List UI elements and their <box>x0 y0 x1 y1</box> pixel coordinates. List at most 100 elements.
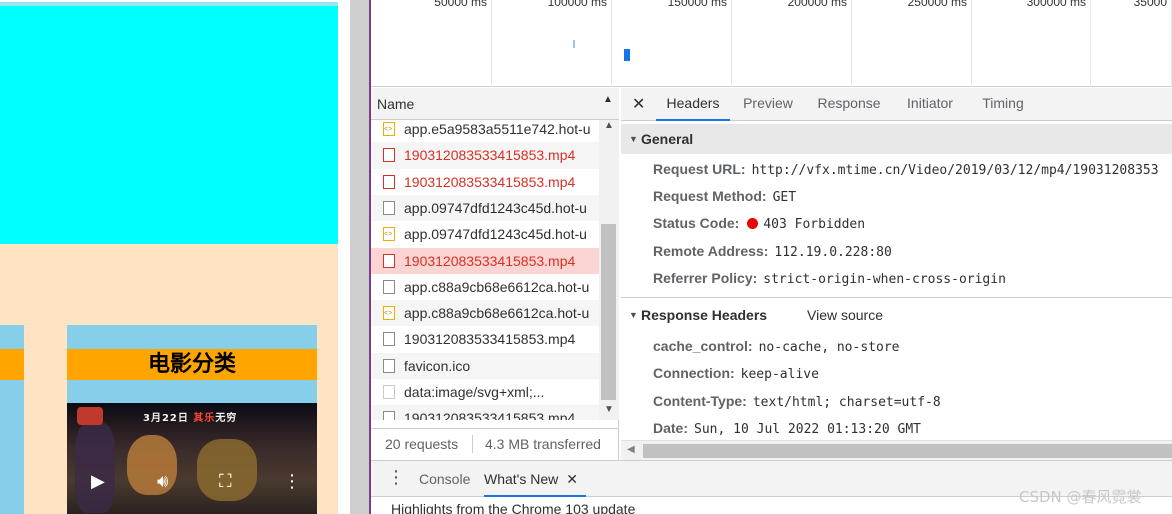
request-url-value[interactable]: http://vfx.mtime.cn/Video/2019/03/12/mp4… <box>752 163 1159 178</box>
summary-divider <box>472 435 473 453</box>
script-file-icon <box>383 120 395 142</box>
request-row[interactable]: data:image/svg+xml;... <box>371 379 599 405</box>
video-caption: 3月22日 其乐无穷 <box>143 413 238 424</box>
header-value: no-cache, no-store <box>758 340 900 355</box>
request-count: 20 requests <box>385 436 459 452</box>
request-row[interactable]: app.e5a9583a5511e742.hot-u <box>371 120 599 142</box>
request-row[interactable]: 190312083533415853.mp4 <box>371 405 599 420</box>
image-file-icon <box>383 385 395 399</box>
request-list-header: Name ▲ <box>371 88 619 120</box>
request-row[interactable]: app.09747dfd1243c45d.hot-u <box>371 221 599 248</box>
scrollbar-thumb[interactable] <box>643 444 1172 458</box>
response-header-row: Connection: keep-alive <box>653 365 819 382</box>
request-list-scrollbar[interactable]: ▲ ▼ <box>599 120 619 420</box>
video-player[interactable]: 3月22日 其乐无穷 ▶ 🔊︎ ⛶ ⋮ <box>67 403 317 514</box>
scrollbar-thumb[interactable] <box>601 224 616 400</box>
section-divider <box>621 297 1172 298</box>
partial-card-title-bar <box>0 349 24 380</box>
watermark: CSDN @春风霓裳 <box>1019 488 1142 506</box>
document-file-icon <box>383 174 395 189</box>
request-row[interactable]: 190312083533415853.mp4 <box>371 326 599 352</box>
timeline-tick-label: 35000 <box>1133 0 1167 9</box>
request-row[interactable]: app.c88a9cb68e6612ca.hot-u <box>371 274 599 300</box>
request-name: app.e5a9583a5511e742.hot-u <box>404 121 591 137</box>
request-summary-bar: 20 requests 4.3 MB transferred <box>371 428 619 460</box>
header-name: Date: <box>653 420 689 436</box>
collapse-triangle-icon: ▼ <box>629 310 638 320</box>
request-row[interactable]: favicon.ico <box>371 352 599 380</box>
status-error-icon <box>747 218 759 229</box>
movie-category-card: 电影分类 3月22日 其乐无穷 ▶ 🔊︎ ⛶ ⋮ <box>67 325 317 514</box>
request-method-row: Request Method: GET <box>653 188 796 205</box>
request-row[interactable]: app.c88a9cb68e6612ca.hot-u <box>371 300 599 327</box>
tab-whats-new-label: What's New <box>484 471 559 487</box>
card-title: 电影分类 <box>67 349 317 380</box>
remote-address-row: Remote Address: 112.19.0.228:80 <box>653 243 892 260</box>
response-headers-section-header[interactable]: ▼ Response Headers View source <box>621 300 1172 330</box>
request-name: data:image/svg+xml;... <box>404 384 545 400</box>
more-options-icon[interactable]: ⋮ <box>387 467 405 488</box>
request-name: app.09747dfd1243c45d.hot-u <box>404 199 587 216</box>
sort-up-icon[interactable]: ▲ <box>603 94 613 105</box>
request-url-label: Request URL: <box>653 161 746 177</box>
document-file-icon <box>383 332 395 347</box>
scroll-down-icon[interactable]: ▼ <box>604 404 614 415</box>
scroll-left-icon[interactable]: ◀ <box>627 444 635 455</box>
tab-response[interactable]: Response <box>811 88 887 121</box>
request-row[interactable]: 190312083533415853.mp4 <box>371 142 599 169</box>
header-name: cache_control: <box>653 338 753 354</box>
tab-initiator[interactable]: Initiator <box>897 88 963 121</box>
request-list: Name ▲ app.e5a9583a5511e742.hot-u 1903120… <box>371 88 619 460</box>
close-tab-icon[interactable]: ✕ <box>566 471 578 487</box>
tab-timing[interactable]: Timing <box>973 88 1033 121</box>
document-file-icon <box>383 148 395 163</box>
devtools-network-panel: 50000 ms 100000 ms 150000 ms 200000 ms 25000… <box>369 0 1172 514</box>
header-value: keep-alive <box>740 367 819 382</box>
page-scrollbar[interactable] <box>350 0 369 514</box>
general-section-header[interactable]: ▼ General <box>621 124 1172 154</box>
status-code-label: Status Code: <box>653 215 740 231</box>
scroll-up-icon[interactable]: ▲ <box>604 120 614 131</box>
status-code-value: 403 Forbidden <box>763 217 866 232</box>
script-file-icon <box>383 301 395 326</box>
timeline-gridline <box>971 0 972 87</box>
tab-console[interactable]: Console <box>419 461 470 497</box>
request-row[interactable]: app.09747dfd1243c45d.hot-u <box>371 194 599 222</box>
response-headers-title: Response Headers <box>641 307 768 323</box>
header-value: Sun, 10 Jul 2022 01:13:20 GMT <box>694 422 921 437</box>
movie-logo <box>77 407 103 425</box>
fullscreen-icon[interactable]: ⛶ <box>219 471 232 493</box>
remote-address-value: 112.19.0.228:80 <box>774 245 892 260</box>
timeline-tick-label: 300000 ms <box>1026 0 1086 9</box>
tab-preview[interactable]: Preview <box>735 88 801 121</box>
web-page: 电影分类 3月22日 其乐无穷 ▶ 🔊︎ ⛶ ⋮ <box>0 0 338 514</box>
request-name: 190312083533415853.mp4 <box>404 410 576 420</box>
volume-icon[interactable]: 🔊︎ <box>157 471 168 493</box>
tab-headers[interactable]: Headers <box>656 88 730 121</box>
network-overview-timeline[interactable]: 50000 ms 100000 ms 150000 ms 200000 ms 25000… <box>371 0 1172 87</box>
header-name: Content-Type: <box>653 393 747 409</box>
request-url-row: Request URL: http://vfx.mtime.cn/Video/20… <box>653 161 1159 178</box>
timeline-gridline <box>851 0 852 87</box>
request-row[interactable]: 190312083533415853.mp4 <box>371 169 599 195</box>
details-horizontal-scrollbar[interactable]: ◀ <box>621 440 1172 460</box>
request-method-label: Request Method: <box>653 188 767 204</box>
close-icon[interactable]: ✕ <box>632 94 645 114</box>
request-row[interactable]: 190312083533415853.mp4 <box>371 247 599 274</box>
name-column-header[interactable]: Name <box>377 96 414 112</box>
details-tabbar: ✕ Headers Preview Response Initiator Tim… <box>621 88 1172 121</box>
request-name: favicon.ico <box>404 357 471 374</box>
timeline-tick-label: 100000 ms <box>547 0 607 9</box>
timeline-tick-label: 50000 ms <box>434 0 487 9</box>
timeline-request-mark <box>573 40 575 48</box>
transferred-size: 4.3 MB transferred <box>485 436 601 452</box>
timeline-request-bar <box>624 49 630 61</box>
header-name: Connection: <box>653 365 735 381</box>
response-header-row: Date: Sun, 10 Jul 2022 01:13:20 GMT <box>653 420 921 437</box>
play-icon[interactable]: ▶ <box>91 471 105 493</box>
header-value: text/html; charset=utf-8 <box>752 395 941 410</box>
view-source-link[interactable]: View source <box>807 300 883 330</box>
more-vert-icon[interactable]: ⋮ <box>283 471 301 493</box>
tab-whats-new[interactable]: What's New ✕ <box>484 461 586 497</box>
document-file-icon <box>383 279 395 294</box>
